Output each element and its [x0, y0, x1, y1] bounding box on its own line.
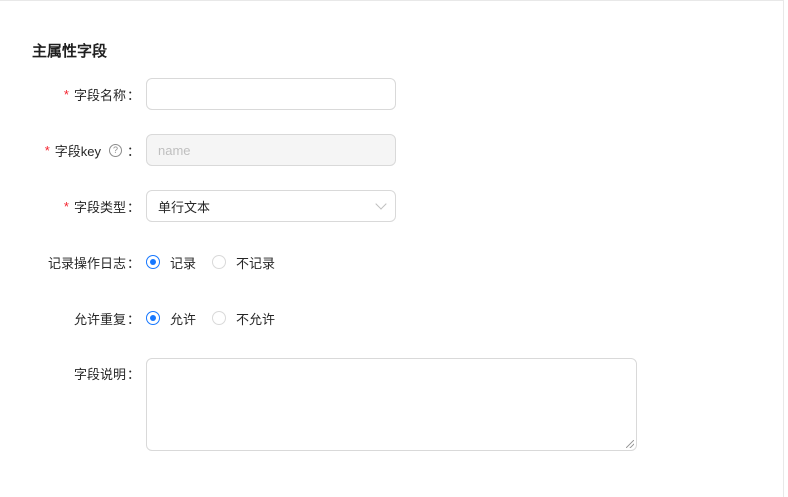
- section-title: 主属性字段: [32, 43, 108, 60]
- repeat-radio-group: 允许 不允许: [146, 302, 291, 334]
- field-type-row: * 字段类型： 单行文本: [0, 190, 784, 222]
- field-type-select[interactable]: 单行文本: [146, 190, 396, 222]
- field-key-label: * 字段key ?：: [44, 142, 140, 159]
- radio-checked-icon: [146, 255, 160, 269]
- field-name-input[interactable]: [146, 78, 396, 110]
- repeat-label: 允许重复：: [73, 311, 140, 327]
- desc-textarea[interactable]: [146, 358, 637, 451]
- question-circle-icon[interactable]: ?: [108, 143, 122, 157]
- field-key-input[interactable]: name: [146, 134, 396, 166]
- repeat-radio-allow[interactable]: 允许: [146, 309, 196, 328]
- chevron-down-icon: [375, 198, 387, 210]
- field-key-row: * 字段key ?： name: [0, 134, 784, 166]
- required-mark: *: [44, 142, 50, 158]
- required-mark: *: [63, 198, 69, 214]
- log-radio-no-record[interactable]: 不记录: [212, 253, 275, 272]
- field-name-label: * 字段名称：: [63, 86, 140, 103]
- log-radio-record[interactable]: 记录: [146, 253, 196, 272]
- resize-grip-icon[interactable]: [626, 440, 634, 448]
- log-row: 记录操作日志： 记录 不记录: [0, 246, 784, 278]
- log-radio-group: 记录 不记录: [146, 246, 291, 278]
- field-type-label: * 字段类型：: [63, 198, 140, 215]
- repeat-row: 允许重复： 允许 不允许: [0, 302, 784, 334]
- desc-label: 字段说明：: [73, 366, 140, 382]
- radio-checked-icon: [146, 311, 160, 325]
- required-mark: *: [63, 86, 69, 102]
- form-panel: 主属性字段 * 字段名称： * 字段key ?： name * 字段类型： 单行…: [0, 0, 784, 497]
- repeat-radio-disallow[interactable]: 不允许: [212, 309, 275, 328]
- radio-unchecked-icon: [212, 311, 227, 325]
- field-type-value: 单行文本: [158, 199, 211, 215]
- log-label: 记录操作日志：: [47, 255, 140, 271]
- radio-unchecked-icon: [212, 255, 227, 269]
- field-name-row: * 字段名称：: [0, 78, 784, 110]
- desc-row: 字段说明：: [0, 358, 784, 451]
